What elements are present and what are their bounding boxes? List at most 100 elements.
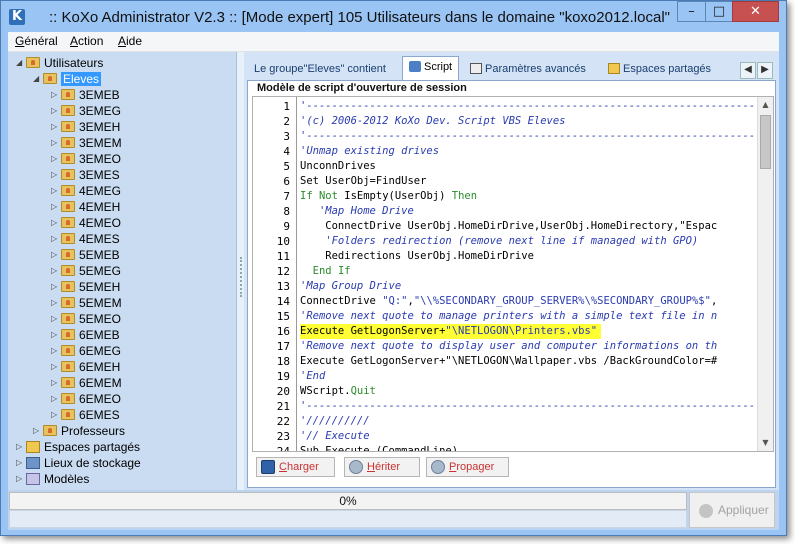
expand-triangle-icon[interactable]: ▷	[51, 263, 61, 279]
expand-triangle-icon[interactable]: ▷	[16, 439, 26, 455]
progress-bar: 0%	[9, 492, 687, 510]
tab-parametres-avances[interactable]: Paramètres avancés	[464, 59, 592, 81]
tree-node-group[interactable]: ▷ 4EMEG	[51, 183, 121, 199]
code-line: Set UserObj=FindUser	[300, 175, 427, 187]
tree-node-group[interactable]: ▷ 6EMEG	[51, 343, 121, 359]
tree-node-modeles[interactable]: ▷ Modèles	[16, 471, 89, 487]
expand-triangle-icon[interactable]: ▷	[51, 151, 61, 167]
expand-triangle-icon[interactable]: ▷	[51, 375, 61, 391]
tree-node-group[interactable]: ▷ 4EMEH	[51, 199, 120, 215]
expand-triangle-icon[interactable]: ▷	[51, 87, 61, 103]
expand-triangle-icon[interactable]: ▷	[51, 167, 61, 183]
script-editor[interactable]: 1 2 3 4 5 6 7 8 9 10 11 12 13 14 15 16 17 18 19 20 21 22 23 24 …	[252, 96, 774, 452]
line-number: 7	[283, 190, 290, 203]
tree-node-espaces-partages[interactable]: ▷ Espaces partagés	[16, 439, 140, 455]
expand-triangle-icon[interactable]: ▷	[51, 343, 61, 359]
line-number: 5	[283, 160, 290, 173]
scroll-down-arrow-icon[interactable]: ▼	[758, 435, 773, 451]
expand-triangle-icon[interactable]: ▷	[51, 295, 61, 311]
koxo-app-icon[interactable]: K	[9, 9, 25, 25]
tree-node-group[interactable]: ▷ 6EMEM	[51, 375, 122, 391]
propager-button[interactable]: Propager	[426, 457, 509, 477]
tab-espaces-partages[interactable]: Espaces partagés	[602, 59, 717, 81]
tab-groupe-contient[interactable]: Le groupe"Eleves" contient	[248, 59, 392, 81]
scroll-thumb[interactable]	[760, 115, 771, 169]
tab-scroll-left-button[interactable]: ◀	[740, 62, 756, 79]
tree-node-group[interactable]: ▷ 3EMES	[51, 167, 120, 183]
expand-triangle-icon[interactable]: ▷	[51, 103, 61, 119]
group-folder-icon	[61, 217, 75, 228]
appliquer-label: Appliquer	[718, 503, 769, 517]
expand-triangle-icon[interactable]: ▷	[51, 311, 61, 327]
tab-parametres-label: Paramètres avancés	[485, 63, 586, 75]
collapse-triangle-icon[interactable]: ◢	[16, 55, 26, 71]
charger-button[interactable]: Charger	[256, 457, 335, 477]
group-folder-icon	[61, 89, 75, 100]
expand-triangle-icon[interactable]: ▷	[16, 471, 26, 487]
line-number: 23	[276, 430, 290, 443]
tree-node-group[interactable]: ▷ 3EMEO	[51, 151, 121, 167]
menu-action[interactable]: Action	[70, 34, 103, 48]
expand-triangle-icon[interactable]: ▷	[51, 199, 61, 215]
expand-triangle-icon[interactable]: ▷	[51, 119, 61, 135]
expand-triangle-icon[interactable]: ▷	[51, 359, 61, 375]
code-area[interactable]: '---------------------------------------…	[300, 97, 758, 451]
tree-node-group[interactable]: ▷ 5EMEG	[51, 263, 121, 279]
tree-node-group[interactable]: ▷ 5EMEB	[51, 247, 120, 263]
tree-node-label: 3EMEG	[79, 104, 122, 118]
editor-vertical-scrollbar[interactable]: ▲ ▼	[757, 97, 773, 451]
tree-node-group[interactable]: ▷ 4EMEO	[51, 215, 121, 231]
tree-node-group[interactable]: ▷ 4EMES	[51, 231, 120, 247]
expand-triangle-icon[interactable]: ▷	[51, 407, 61, 423]
expand-triangle-icon[interactable]: ▷	[51, 279, 61, 295]
tree-node-group[interactable]: ▷ 5EMEO	[51, 311, 121, 327]
maximize-button[interactable]: □	[705, 1, 733, 22]
tree-node-group[interactable]: ▷ 6EMEH	[51, 359, 120, 375]
tree-node-label: 6EMEB	[79, 328, 120, 342]
tree-node-group[interactable]: ▷ 3EMEM	[51, 135, 122, 151]
group-folder-icon	[61, 169, 75, 180]
tree-node-group[interactable]: ▷ 6EMEO	[51, 391, 121, 407]
tab-scroll-right-button[interactable]: ▶	[757, 62, 773, 79]
group-folder-icon	[61, 105, 75, 116]
scroll-up-arrow-icon[interactable]: ▲	[758, 97, 773, 113]
line-number: 22	[276, 415, 290, 428]
minimize-button[interactable]: –	[677, 1, 706, 22]
code-line: '---------------------------------------…	[300, 100, 756, 112]
pane-splitter[interactable]	[237, 52, 244, 490]
tree-node-label: 3EMEB	[79, 88, 120, 102]
tree-node-group[interactable]: ▷ 5EMEH	[51, 279, 120, 295]
tree-node-group[interactable]: ▷ 3EMEB	[51, 87, 120, 103]
tab-script[interactable]: Script	[402, 56, 460, 81]
expand-triangle-icon[interactable]: ▷	[51, 215, 61, 231]
tree-node-group[interactable]: ▷ 6EMEB	[51, 327, 120, 343]
tree-node-group[interactable]: ▷ 6EMES	[51, 407, 120, 423]
tree-node-label: 6EMEG	[79, 344, 122, 358]
menu-general[interactable]: Général	[15, 34, 58, 48]
tree-node-lieux-de-stockage[interactable]: ▷ Lieux de stockage	[16, 455, 141, 471]
code-line: '// Execute	[300, 430, 370, 442]
tree-node-label: 6EMEM	[79, 376, 122, 390]
expand-triangle-icon[interactable]: ▷	[51, 231, 61, 247]
line-number: 14	[276, 295, 290, 308]
tree-node-group[interactable]: ▷ 3EMEH	[51, 119, 120, 135]
expand-triangle-icon[interactable]: ▷	[51, 183, 61, 199]
appliquer-button[interactable]: Appliquer	[689, 492, 775, 528]
code-line: '//////////	[300, 415, 370, 427]
tree-node-professeurs[interactable]: ▷ Professeurs	[33, 423, 125, 439]
menu-aide[interactable]: Aide	[118, 34, 142, 48]
close-button[interactable]: ✕	[732, 1, 779, 22]
expand-triangle-icon[interactable]: ▷	[51, 327, 61, 343]
tree-node-group[interactable]: ▷ 5EMEM	[51, 295, 122, 311]
tree-node-eleves[interactable]: ◢ Eleves	[33, 71, 102, 87]
expand-triangle-icon[interactable]: ▷	[16, 455, 26, 471]
collapse-triangle-icon[interactable]: ◢	[33, 71, 43, 87]
expand-triangle-icon[interactable]: ▷	[51, 247, 61, 263]
expand-triangle-icon[interactable]: ▷	[51, 391, 61, 407]
tree-node-group[interactable]: ▷ 3EMEG	[51, 103, 121, 119]
expand-triangle-icon[interactable]: ▷	[33, 423, 43, 439]
heriter-button[interactable]: Hériter	[344, 457, 420, 477]
expand-triangle-icon[interactable]: ▷	[51, 135, 61, 151]
tree-node-utilisateurs[interactable]: ◢ Utilisateurs	[16, 55, 103, 71]
title-bar[interactable]: K :: KoXo Administrator V2.3 :: [Mode ex…	[1, 1, 786, 32]
